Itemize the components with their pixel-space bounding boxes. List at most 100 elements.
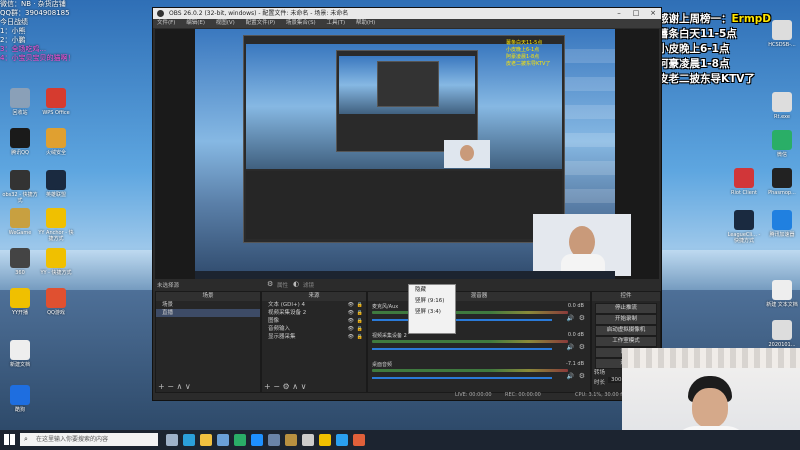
lock-icon[interactable]: 🔒: [357, 301, 363, 309]
desktop-icon[interactable]: YY Anchor - 快捷方式: [38, 208, 74, 242]
mixer-header: 混音器: [368, 292, 590, 301]
desktop-icon[interactable]: WPS Office: [38, 88, 74, 116]
desktop-icon[interactable]: obs32 - 快捷方式: [2, 170, 38, 204]
remove-icon[interactable]: −: [273, 382, 280, 391]
wechat-icon[interactable]: [234, 434, 246, 446]
app-icon[interactable]: [353, 434, 365, 446]
context-menu-item[interactable]: 竖屏 (3:4): [409, 307, 455, 318]
desktop-icon[interactable]: 酷狗: [2, 385, 38, 413]
gear-icon[interactable]: ⚙: [579, 314, 585, 322]
source-item[interactable]: 视频采集设备 2 👁 🔒: [262, 309, 366, 317]
move-up-icon[interactable]: ∧: [292, 382, 298, 391]
menu-profile[interactable]: 配置文件(P): [246, 20, 276, 26]
windows-start-icon[interactable]: [4, 434, 15, 445]
desktop-icon[interactable]: 微信: [764, 130, 800, 158]
desktop-icon[interactable]: 360: [2, 248, 38, 276]
desktop-icon[interactable]: QQ游戏: [38, 288, 74, 316]
close-icon[interactable]: ×: [645, 8, 661, 19]
source-item[interactable]: 音频输入 👁 🔒: [262, 325, 366, 333]
desktop-icon[interactable]: Riot Client: [726, 168, 762, 196]
source-item[interactable]: 文本 (GDI+) 4 👁 🔒: [262, 301, 366, 309]
move-down-icon[interactable]: ∨: [301, 382, 307, 391]
taskbar-search-input[interactable]: ⌕ 在这里输入你要搜索的内容: [20, 433, 158, 446]
visibility-icon[interactable]: 👁: [348, 317, 354, 325]
menu-help[interactable]: 帮助(H): [356, 20, 375, 26]
lock-icon[interactable]: 🔒: [357, 317, 363, 325]
scene-item[interactable]: 直播: [156, 309, 260, 317]
steam-icon[interactable]: [268, 434, 280, 446]
visibility-icon[interactable]: 👁: [348, 301, 354, 309]
desktop-icon[interactable]: YY开播: [2, 288, 38, 316]
add-icon[interactable]: +: [158, 382, 165, 391]
menu-tools[interactable]: 工具(T): [326, 20, 345, 26]
scene-item[interactable]: 场景: [156, 301, 260, 309]
desktop-icon[interactable]: Phasmop...: [764, 168, 800, 196]
obs-window[interactable]: OBS 26.0.2 (32-bit, windows) - 配置文件: 未命名…: [152, 7, 662, 401]
desktop-icon[interactable]: 腾讯加速器: [764, 210, 800, 238]
qq-icon[interactable]: [251, 434, 263, 446]
file-explorer-icon[interactable]: [200, 434, 212, 446]
visibility-icon[interactable]: 👁: [348, 309, 354, 317]
studio-mode-button[interactable]: 工作室模式: [595, 336, 657, 347]
volume-slider[interactable]: [372, 348, 552, 350]
menu-edit[interactable]: 编辑(E): [186, 20, 205, 26]
move-down-icon[interactable]: ∨: [185, 382, 191, 391]
start-virtual-camera-button[interactable]: 启动虚拟摄像机: [595, 325, 657, 336]
gear-icon[interactable]: ⚙: [579, 372, 585, 380]
edge-icon[interactable]: [183, 434, 195, 446]
gear-icon[interactable]: ⚙: [283, 382, 290, 391]
volume-slider[interactable]: [372, 319, 552, 321]
obs-icon[interactable]: [302, 434, 314, 446]
filter-icon[interactable]: ◐: [293, 280, 299, 288]
volume-slider[interactable]: [372, 377, 552, 379]
obs-preview-canvas[interactable]: 薯条白天11-5点 小皮晚上6-1点 阿豪凌晨1-8点 皮老二披东导KTV了: [155, 29, 659, 279]
speaker-icon[interactable]: 🔊: [567, 344, 574, 351]
gear-icon[interactable]: ⚙: [267, 280, 273, 288]
remove-icon[interactable]: −: [167, 382, 174, 391]
desktop-icon-label: WPS Office: [42, 110, 70, 116]
source-item[interactable]: 图像 👁 🔒: [262, 317, 366, 325]
desktop-icon[interactable]: Rt.exe: [764, 92, 800, 120]
visibility-icon[interactable]: 👁: [348, 333, 354, 341]
desktop-icon[interactable]: 火绒安全: [38, 128, 74, 156]
desktop-icon[interactable]: 回收站: [2, 88, 38, 116]
stop-streaming-button[interactable]: 停止推流: [595, 303, 657, 314]
speaker-icon[interactable]: 🔊: [567, 315, 574, 322]
menu-scene-collection[interactable]: 场景集合(S): [286, 20, 316, 26]
desktop-icon[interactable]: 2020101...: [764, 320, 800, 348]
lock-icon[interactable]: 🔒: [357, 309, 363, 317]
speaker-icon[interactable]: 🔊: [567, 373, 574, 380]
menu-file[interactable]: 文件(F): [157, 20, 175, 26]
lock-icon[interactable]: 🔒: [357, 333, 363, 341]
league-icon[interactable]: [285, 434, 297, 446]
context-menu[interactable]: 隐藏 竖屏 (9:16) 竖屏 (3:4): [408, 284, 456, 334]
desktop-icon[interactable]: 新建文档: [2, 340, 38, 368]
store-icon[interactable]: [217, 434, 229, 446]
desktop-icon[interactable]: 英雄联盟: [38, 170, 74, 198]
properties-button[interactable]: 属性: [277, 281, 288, 289]
source-item[interactable]: 显示器采集 👁 🔒: [262, 333, 366, 341]
start-recording-button[interactable]: 开始录制: [595, 314, 657, 325]
gear-icon[interactable]: ⚙: [579, 343, 585, 351]
context-menu-item[interactable]: 隐藏: [409, 285, 455, 296]
menu-view[interactable]: 视图(V): [216, 20, 235, 26]
yy-icon[interactable]: [319, 434, 331, 446]
minimize-icon[interactable]: –: [611, 8, 627, 19]
desktop-icon-label: 回收站: [12, 110, 28, 116]
context-menu-item[interactable]: 竖屏 (9:16): [409, 296, 455, 307]
desktop-icon[interactable]: 腾讯QQ: [2, 128, 38, 156]
task-view-icon[interactable]: [166, 434, 178, 446]
app-icon: [734, 210, 754, 230]
obs-title-bar[interactable]: OBS 26.0.2 (32-bit, windows) - 配置文件: 未命名…: [153, 8, 661, 19]
move-up-icon[interactable]: ∧: [177, 382, 183, 391]
desktop-icon[interactable]: WeGame: [2, 208, 38, 236]
add-icon[interactable]: +: [264, 382, 271, 391]
desktop-icon[interactable]: YY - 快捷方式: [38, 248, 74, 276]
browser-icon[interactable]: [336, 434, 348, 446]
desktop-icon[interactable]: 新建 文本文档: [764, 280, 800, 308]
lock-icon[interactable]: 🔒: [357, 325, 363, 333]
filters-button[interactable]: 滤镜: [303, 281, 314, 289]
visibility-icon[interactable]: 👁: [348, 325, 354, 333]
maximize-icon[interactable]: □: [628, 8, 644, 19]
desktop-icon[interactable]: LeagueCli... - 快捷方式: [726, 210, 762, 244]
